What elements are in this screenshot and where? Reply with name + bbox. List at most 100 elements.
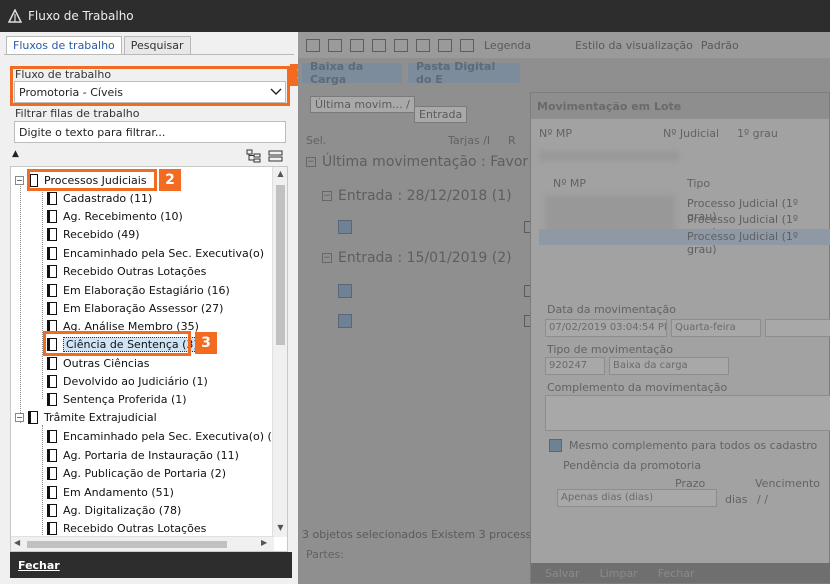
scroll-left-icon[interactable]: ◀ [14,538,20,547]
tree-item-label: Encaminhado pela Sec. Executiva(o) [63,246,265,260]
weekday-input: Quarta-feira [671,319,761,337]
view-style-label: Estilo da visualização [575,38,693,52]
collapse-icon[interactable]: − [15,412,24,422]
same-complement-label: Mesmo complemento para todos os cadastro [569,439,818,452]
toolbar-icon[interactable] [460,38,474,52]
list-row[interactable]: Processo Judicial (1º grau) [687,230,829,256]
tree-item[interactable]: Sentença Proferida (1) [47,390,187,408]
toolbar-icon[interactable] [438,38,452,52]
toolbar-icon[interactable] [350,38,364,52]
group-row[interactable]: − Entrada : 28/12/2018 (1) [322,188,512,204]
tree-item[interactable]: Recebido Outras Lotações [47,519,206,537]
tree-item[interactable]: Ag. Recebimento (10) [47,207,183,225]
scroll-up-icon[interactable]: ▲ [273,169,287,178]
scroll-right-icon[interactable]: ▶ [261,538,267,547]
group-row[interactable]: − Entrada : 15/01/2019 (2) [322,250,512,266]
document-icon [47,466,57,480]
filter-input[interactable] [14,121,286,143]
movement-code-input[interactable]: 920247 [545,357,605,375]
tree-expand-icon[interactable] [246,149,262,163]
tree-item[interactable]: Cadastrado (11) [47,189,152,207]
group-chip[interactable]: Última movim... / [310,96,415,113]
document-icon [47,485,57,499]
group-row[interactable]: − Última movimentação : Favor [306,154,528,170]
baixa-carga-button[interactable]: Baixa da Carga [302,60,402,86]
tree-vertical-scrollbar[interactable]: ▲ ▼ [272,167,287,537]
tree-item-label: Ag. Portaria de Instauração (11) [63,448,239,462]
tree-item-label: Ag. Recebimento (10) [63,209,183,223]
clear-button[interactable]: Limpar [600,567,638,580]
tab-pesquisar[interactable]: Pesquisar [123,36,191,54]
tree-item[interactable]: Em Elaboração Assessor (27) [47,299,223,317]
tree-item[interactable]: Encaminhado pela Sec. Executiva(o) (1) [47,427,283,445]
dialog-title-bar: Movimentação em Lote [531,93,829,119]
panel-tabs: Fluxos de trabalho Pesquisar [6,36,193,54]
view-style-value[interactable]: Padrão [701,39,739,52]
collapse-icon[interactable]: − [322,191,332,201]
movement-type-label: Tipo de movimentação [547,343,673,356]
tree-item[interactable]: Encaminhado pela Sec. Executiva(o) [47,244,264,262]
pasta-digital-button[interactable]: Pasta Digital do E [408,60,520,86]
tree-toolbar: ▲ [10,148,288,166]
list-header: Nº MP [553,177,587,190]
save-button[interactable]: Salvar [545,567,580,580]
close-dialog-button[interactable]: Fechar [658,567,695,580]
toolbar-icon[interactable] [394,38,408,52]
scroll-thumb[interactable] [27,541,227,548]
toolbar-icon[interactable] [306,38,320,52]
row-checkbox[interactable] [338,220,352,234]
tree-collapse-icon[interactable] [268,149,284,163]
legend-label[interactable]: Legenda [484,39,531,52]
tree-item[interactable]: Recebido (49) [47,225,140,243]
date-input[interactable]: 07/02/2019 03:04:54 PM [545,319,667,337]
toolbar-icon[interactable] [372,38,386,52]
tree-item[interactable]: Devolvido ao Judiciário (1) [47,372,208,390]
toolbar-icon[interactable] [416,38,430,52]
tree-connector [42,189,43,399]
same-complement-checkbox[interactable] [549,439,562,452]
tree-horizontal-scrollbar[interactable]: ◀ ▶ [11,536,274,551]
dias-label: dias [725,493,748,506]
main-toolbar: Legenda Estilo da visualização Padrão [298,32,830,58]
app-logo-icon [8,9,22,23]
workflow-panel: Fluxos de trabalho Pesquisar Fluxo de tr… [0,32,312,584]
row-checkbox[interactable] [338,284,352,298]
tree-item[interactable]: Ag. Digitalização (78) [47,501,181,519]
column-header[interactable]: R [508,134,516,147]
close-button[interactable]: Fechar [10,552,292,578]
group-chip[interactable]: Entrada [414,106,468,123]
document-icon [47,448,57,462]
tree-item-label: Encaminhado pela Sec. Executiva(o) (1) [63,429,284,443]
tree-group-tramite[interactable]: − Trâmite Extrajudicial [15,408,157,426]
refresh-icon[interactable] [328,38,342,52]
apenas-dias-option[interactable]: Apenas dias (dias) [557,489,717,507]
collapse-icon[interactable]: − [322,253,332,263]
tree-item[interactable]: Em Andamento (51) [47,483,174,501]
scroll-thumb[interactable] [276,185,285,345]
complement-textarea[interactable] [545,395,830,431]
close-label: Fechar [18,558,60,572]
tab-fluxos[interactable]: Fluxos de trabalho [6,36,122,54]
document-icon [47,503,57,517]
tree-item-label: Ag. Digitalização (78) [63,503,182,517]
workflow-tree: − Processos Judiciais 2 Cadastrado (11) … [10,166,288,552]
movement-type-input[interactable]: Baixa da carga [609,357,729,375]
collapse-icon[interactable]: − [306,157,316,167]
callout-2-badge: 2 [159,169,181,191]
document-icon [47,356,57,370]
scroll-down-icon[interactable]: ▼ [273,523,287,532]
document-icon [47,429,57,443]
dialog-title: Movimentação em Lote [537,99,682,113]
row-checkbox[interactable] [338,314,352,328]
tree-item[interactable]: Em Elaboração Estagiário (16) [47,281,230,299]
tab-divider [4,54,294,55]
collapse-up-icon[interactable]: ▲ [12,149,19,159]
column-header[interactable]: Sel. [306,134,326,147]
tree-item[interactable]: Outras Ciências [47,354,150,372]
tree-item[interactable]: Recebido Outras Lotações [47,262,206,280]
document-icon [47,521,57,535]
column-header[interactable]: Tarjas /I [448,134,490,147]
tree-item[interactable]: Ag. Publicação de Portaria (2) [47,464,226,482]
tree-item[interactable]: Ag. Portaria de Instauração (11) [47,446,239,464]
collapse-icon[interactable]: − [15,175,24,185]
